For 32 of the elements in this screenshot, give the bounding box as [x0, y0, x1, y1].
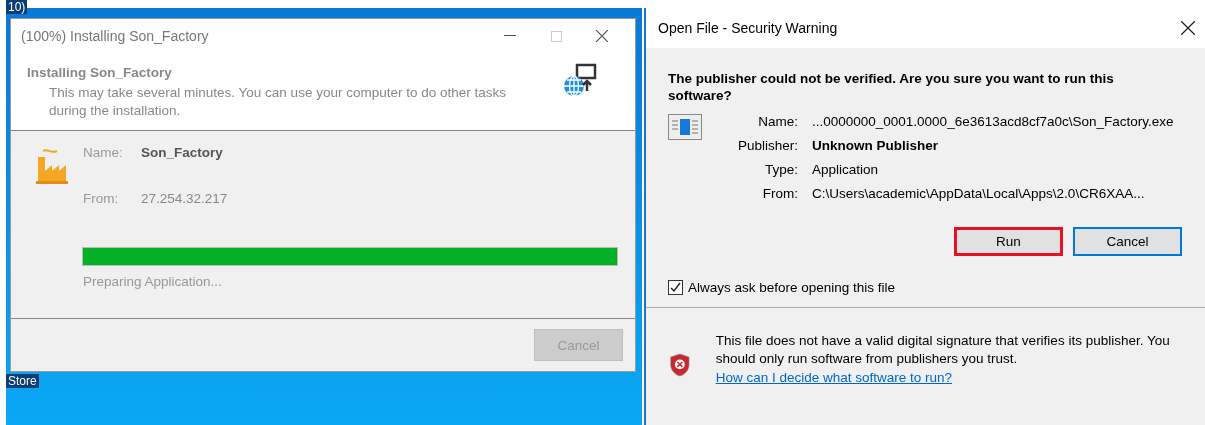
warning-text: This file does not have a valid digital signature that verifies its publisher. You should only run software from publishers you trust. — [715, 332, 1171, 368]
field-value: Application — [812, 162, 880, 177]
field-label: From: — [83, 191, 120, 208]
desktop-icon-label[interactable]: Store — [6, 374, 39, 388]
field-label: Name: — [757, 114, 798, 129]
close-icon[interactable] — [596, 30, 608, 42]
checkbox[interactable] — [668, 280, 683, 295]
checkbox-label[interactable]: Always ask before opening this file — [688, 280, 896, 295]
warning-question: The publisher could not be verified. Are you sure you want to run this software? — [668, 70, 1115, 104]
status-text: Preparing Application... — [83, 274, 223, 289]
minimize-icon[interactable] — [504, 35, 516, 37]
install-description: This may take several minutes. You can use your computer to do other tasks during the installation. — [49, 84, 507, 120]
cancel-button[interactable]: Cancel — [1073, 227, 1182, 256]
close-icon[interactable] — [1181, 21, 1195, 35]
run-button[interactable]: Run — [954, 227, 1063, 256]
field-value: ...0000000_0001.0000_6e3613acd8cf7a0c\Son_Factory.exe — [812, 114, 1174, 129]
dialog-title: Open File - Security Warning — [658, 20, 839, 36]
field-value: 27.254.32.217 — [141, 191, 228, 208]
window-title: (100%) Installing Son_Factory — [21, 28, 210, 44]
help-link[interactable]: How can I decide what software to run? — [715, 369, 953, 387]
desktop-icon-label[interactable]: 10) — [6, 0, 28, 14]
field-value: Son_Factory — [141, 145, 223, 162]
install-heading: Installing Son_Factory — [27, 65, 173, 80]
field-label: Publisher: — [736, 138, 798, 153]
field-label: From: — [761, 186, 798, 201]
field-value: C:\Users\academic\AppData\Local\Apps\2.0\CR6XAA... — [812, 186, 1146, 201]
globe-screen-icon — [561, 63, 597, 99]
field-label: Type: — [763, 162, 798, 177]
factory-icon — [35, 147, 69, 185]
field-label: Name: — [83, 145, 124, 162]
application-icon — [668, 114, 702, 140]
field-value: Unknown Publisher — [812, 138, 939, 153]
